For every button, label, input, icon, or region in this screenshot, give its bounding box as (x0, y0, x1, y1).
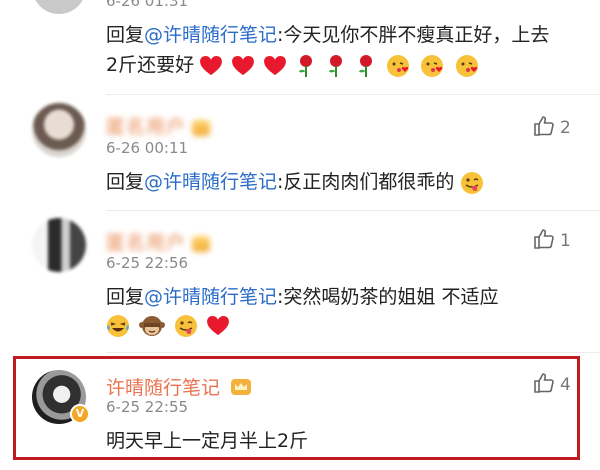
avatar[interactable] (32, 218, 86, 272)
comment-text: 明天早上一定月半上2斤 (106, 426, 556, 456)
reply-prefix: 回复 (106, 171, 145, 193)
comment-body: :突然喝奶茶的姐姐 不适应 (277, 286, 499, 308)
username[interactable]: 匿名用户 (106, 112, 211, 139)
thumbs-up-icon (534, 229, 554, 249)
comment-body: 明天早上一定月半上2斤 (106, 430, 309, 452)
mention-link[interactable]: @许晴随行笔记 (144, 24, 277, 46)
comment-time: 6-25 22:55 (106, 398, 189, 416)
rose-icon (359, 54, 373, 77)
tongue-face-icon (461, 171, 484, 194)
heart-icon (207, 316, 230, 336)
like-button[interactable]: 4 (532, 371, 571, 395)
reply-prefix: 回复 (106, 24, 145, 46)
comment-text: 回复@许晴随行笔记:今天见你不胖不瘦真正好，上去2斤还要好 (106, 20, 556, 80)
laughing-tears-icon (107, 315, 129, 337)
crown-face-icon (231, 379, 252, 395)
like-count: 4 (560, 375, 571, 395)
like-button[interactable]: 2 (532, 114, 571, 138)
verified-badge-icon: V (70, 404, 90, 424)
username[interactable]: 匿名用户 (106, 228, 211, 255)
comment-body: :反正肉肉们都很乖的 (277, 171, 455, 193)
see-no-evil-monkey-icon (139, 316, 166, 336)
reply-prefix: 回复 (106, 286, 145, 308)
heart-icon (264, 55, 287, 75)
thumbs-up-icon (534, 116, 554, 136)
comment-time: 6-25 22:56 (106, 254, 189, 272)
divider (106, 352, 600, 353)
divider (106, 210, 600, 211)
emoji-row (200, 54, 482, 77)
like-button[interactable]: 1 (532, 227, 571, 251)
avatar[interactable] (32, 0, 86, 14)
mention-link[interactable]: @许晴随行笔记 (144, 171, 277, 193)
comment-text: 回复@许晴随行笔记:突然喝奶茶的姐姐 不适应 (106, 282, 556, 312)
comment-time: 6-26 01:31 (106, 0, 189, 10)
thumbs-up-icon (534, 373, 554, 393)
rose-icon (329, 54, 343, 77)
comment-time: 6-26 00:11 (106, 139, 189, 157)
emoji-row (106, 314, 233, 338)
kiss-face-icon (421, 54, 444, 77)
avatar[interactable] (32, 103, 86, 157)
like-count: 2 (560, 118, 571, 138)
badge-icon (192, 119, 211, 136)
kiss-face-icon (455, 54, 478, 77)
kiss-face-icon (387, 54, 410, 77)
rose-icon (299, 54, 313, 77)
badge-icon (192, 235, 211, 252)
username[interactable]: 许晴随行笔记 (106, 373, 252, 400)
divider (106, 94, 600, 95)
comment-text: 回复@许晴随行笔记:反正肉肉们都很乖的 (106, 167, 556, 197)
heart-icon (232, 55, 255, 75)
mention-link[interactable]: @许晴随行笔记 (144, 286, 277, 308)
heart-icon (200, 55, 223, 75)
tongue-face-icon (175, 315, 198, 337)
like-count: 1 (560, 231, 571, 251)
